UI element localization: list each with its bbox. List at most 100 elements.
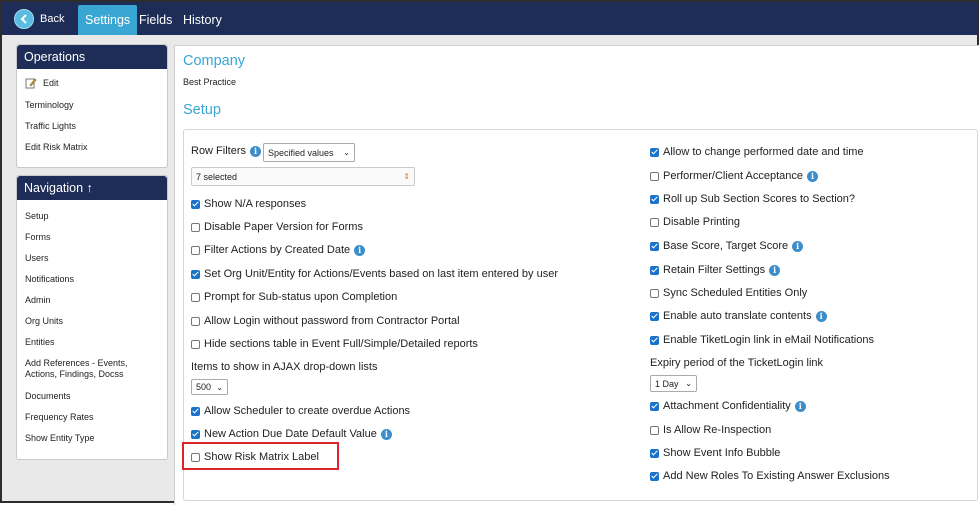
option-enable-auto-translate[interactable]: Enable auto translate contents i bbox=[650, 310, 827, 322]
option-filter-actions-created-date[interactable]: Filter Actions by Created Date i bbox=[191, 244, 366, 256]
option-label: Show Event Info Bubble bbox=[663, 447, 781, 459]
tab-fields[interactable]: Fields bbox=[132, 5, 179, 35]
nav-item-setup[interactable]: Setup bbox=[17, 205, 167, 226]
info-icon[interactable]: i bbox=[354, 244, 366, 256]
checkbox[interactable] bbox=[191, 339, 200, 349]
option-new-action-due-date[interactable]: New Action Due Date Default Value i bbox=[191, 428, 392, 440]
option-label: Sync Scheduled Entities Only bbox=[663, 287, 808, 299]
back-label: Back bbox=[40, 13, 65, 25]
info-icon[interactable]: i bbox=[807, 170, 819, 182]
operations-item-edit-risk-matrix[interactable]: Edit Risk Matrix bbox=[17, 136, 167, 157]
checkbox[interactable] bbox=[650, 241, 659, 251]
option-label: Enable TiketLogin link in eMail Notifica… bbox=[663, 334, 874, 346]
company-title: Company bbox=[183, 53, 246, 69]
nav-item-users[interactable]: Users bbox=[17, 247, 167, 268]
option-hide-sections-table[interactable]: Hide sections table in Event Full/Simple… bbox=[191, 338, 478, 350]
nav-item-label: Documents bbox=[25, 390, 71, 401]
info-icon[interactable]: i bbox=[794, 400, 806, 412]
checkbox[interactable] bbox=[650, 288, 659, 298]
checkbox[interactable] bbox=[650, 401, 659, 411]
operations-title: Operations bbox=[17, 45, 167, 69]
option-label: Add New Roles To Existing Answer Exclusi… bbox=[663, 470, 890, 482]
nav-item-add-references[interactable]: Add References - Events, Actions, Findin… bbox=[17, 352, 167, 385]
option-disable-printing[interactable]: Disable Printing bbox=[650, 216, 740, 228]
checkbox[interactable] bbox=[191, 429, 200, 439]
nav-item-admin[interactable]: Admin bbox=[17, 289, 167, 310]
checkbox[interactable] bbox=[191, 245, 200, 255]
option-label: Is Allow Re-Inspection bbox=[663, 424, 772, 436]
operations-item-label: Terminology bbox=[25, 99, 74, 110]
checkbox[interactable] bbox=[191, 222, 200, 232]
option-add-new-roles-exclusions[interactable]: Add New Roles To Existing Answer Exclusi… bbox=[650, 470, 890, 482]
expiry-select[interactable]: 1 Day ⌄ bbox=[650, 375, 697, 392]
checkbox[interactable] bbox=[191, 406, 200, 416]
option-allow-change-performed-date[interactable]: Allow to change performed date and time bbox=[650, 146, 864, 158]
info-icon[interactable]: i bbox=[792, 240, 804, 252]
nav-item-show-entity-type[interactable]: Show Entity Type bbox=[17, 427, 167, 448]
items-ajax-select[interactable]: 500 ⌄ bbox=[191, 379, 228, 395]
row-filters-label: Row Filters bbox=[191, 145, 247, 157]
checkbox[interactable] bbox=[650, 194, 659, 204]
option-disable-paper-version[interactable]: Disable Paper Version for Forms bbox=[191, 221, 363, 233]
edit-icon bbox=[25, 77, 37, 89]
operations-item-edit[interactable]: Edit bbox=[17, 72, 167, 94]
checkbox[interactable] bbox=[650, 425, 659, 435]
checkbox[interactable] bbox=[650, 311, 659, 321]
checkbox[interactable] bbox=[650, 471, 659, 481]
checkbox[interactable] bbox=[650, 335, 659, 345]
nav-item-entities[interactable]: Entities bbox=[17, 331, 167, 352]
option-show-event-info-bubble[interactable]: Show Event Info Bubble bbox=[650, 447, 780, 459]
checkbox[interactable] bbox=[650, 171, 659, 181]
row-filters-multiselect[interactable]: 7 selected ⇕ bbox=[191, 167, 415, 186]
option-attachment-confidentiality[interactable]: Attachment Confidentiality i bbox=[650, 400, 806, 412]
option-show-na-responses[interactable]: Show N/A responses bbox=[191, 198, 306, 210]
app-frame: Back Settings Fields History Operations … bbox=[0, 0, 979, 505]
nav-item-frequency-rates[interactable]: Frequency Rates bbox=[17, 406, 167, 427]
info-icon[interactable]: i bbox=[769, 264, 781, 276]
checkbox[interactable] bbox=[191, 269, 200, 279]
option-label: Roll up Sub Section Scores to Section? bbox=[663, 193, 856, 205]
checkbox[interactable] bbox=[191, 292, 200, 302]
operations-item-label: Edit Risk Matrix bbox=[25, 141, 88, 152]
option-set-org-unit[interactable]: Set Org Unit/Entity for Actions/Events b… bbox=[191, 268, 558, 280]
option-allow-re-inspection[interactable]: Is Allow Re-Inspection bbox=[650, 424, 771, 436]
checkbox[interactable] bbox=[650, 217, 659, 227]
info-icon[interactable]: i bbox=[380, 428, 392, 440]
tab-settings[interactable]: Settings bbox=[78, 5, 138, 35]
option-prompt-sub-status[interactable]: Prompt for Sub-status upon Completion bbox=[191, 291, 397, 303]
nav-item-documents[interactable]: Documents bbox=[17, 385, 167, 406]
expiry-label: Expiry period of the TicketLogin link bbox=[650, 357, 823, 369]
option-label: Performer/Client Acceptance bbox=[663, 170, 804, 182]
option-label: Retain Filter Settings bbox=[663, 264, 766, 276]
nav-item-notifications[interactable]: Notifications bbox=[17, 268, 167, 289]
info-icon[interactable]: i bbox=[815, 310, 827, 322]
checkbox[interactable] bbox=[650, 265, 659, 275]
operations-item-traffic-lights[interactable]: Traffic Lights bbox=[17, 115, 167, 136]
checkbox[interactable] bbox=[650, 448, 659, 458]
top-nav-bar: Back Settings Fields History bbox=[2, 2, 977, 35]
option-roll-up-sub-section-scores[interactable]: Roll up Sub Section Scores to Section? bbox=[650, 193, 855, 205]
option-label: Disable Printing bbox=[663, 216, 741, 228]
nav-item-org-units[interactable]: Org Units bbox=[17, 310, 167, 331]
option-allow-scheduler-overdue[interactable]: Allow Scheduler to create overdue Action… bbox=[191, 405, 410, 417]
nav-item-label: Add References - Events, Actions, Findin… bbox=[25, 357, 128, 379]
chevron-down-icon: ⌄ bbox=[343, 148, 350, 157]
option-performer-client-acceptance[interactable]: Performer/Client Acceptance i bbox=[650, 170, 819, 182]
nav-item-label: Notifications bbox=[25, 273, 75, 284]
option-allow-login-without-password[interactable]: Allow Login without password from Contra… bbox=[191, 315, 460, 327]
option-base-target-score[interactable]: Base Score, Target Score i bbox=[650, 240, 804, 252]
row-filters-select[interactable]: Specified values ⌄ bbox=[263, 143, 355, 162]
operations-item-terminology[interactable]: Terminology bbox=[17, 94, 167, 115]
tab-history[interactable]: History bbox=[176, 5, 229, 35]
checkbox[interactable] bbox=[650, 147, 659, 157]
nav-item-forms[interactable]: Forms bbox=[17, 226, 167, 247]
chevron-down-icon: ⌄ bbox=[216, 382, 223, 392]
info-icon[interactable]: i bbox=[250, 145, 262, 157]
checkbox[interactable] bbox=[191, 316, 200, 326]
option-enable-tiketlogin-link[interactable]: Enable TiketLogin link in eMail Notifica… bbox=[650, 334, 874, 346]
option-retain-filter-settings[interactable]: Retain Filter Settings i bbox=[650, 264, 781, 276]
back-button[interactable]: Back bbox=[14, 8, 64, 30]
nav-item-label: Show Entity Type bbox=[25, 432, 95, 443]
option-sync-scheduled-entities[interactable]: Sync Scheduled Entities Only bbox=[650, 287, 807, 299]
checkbox[interactable] bbox=[191, 199, 200, 209]
